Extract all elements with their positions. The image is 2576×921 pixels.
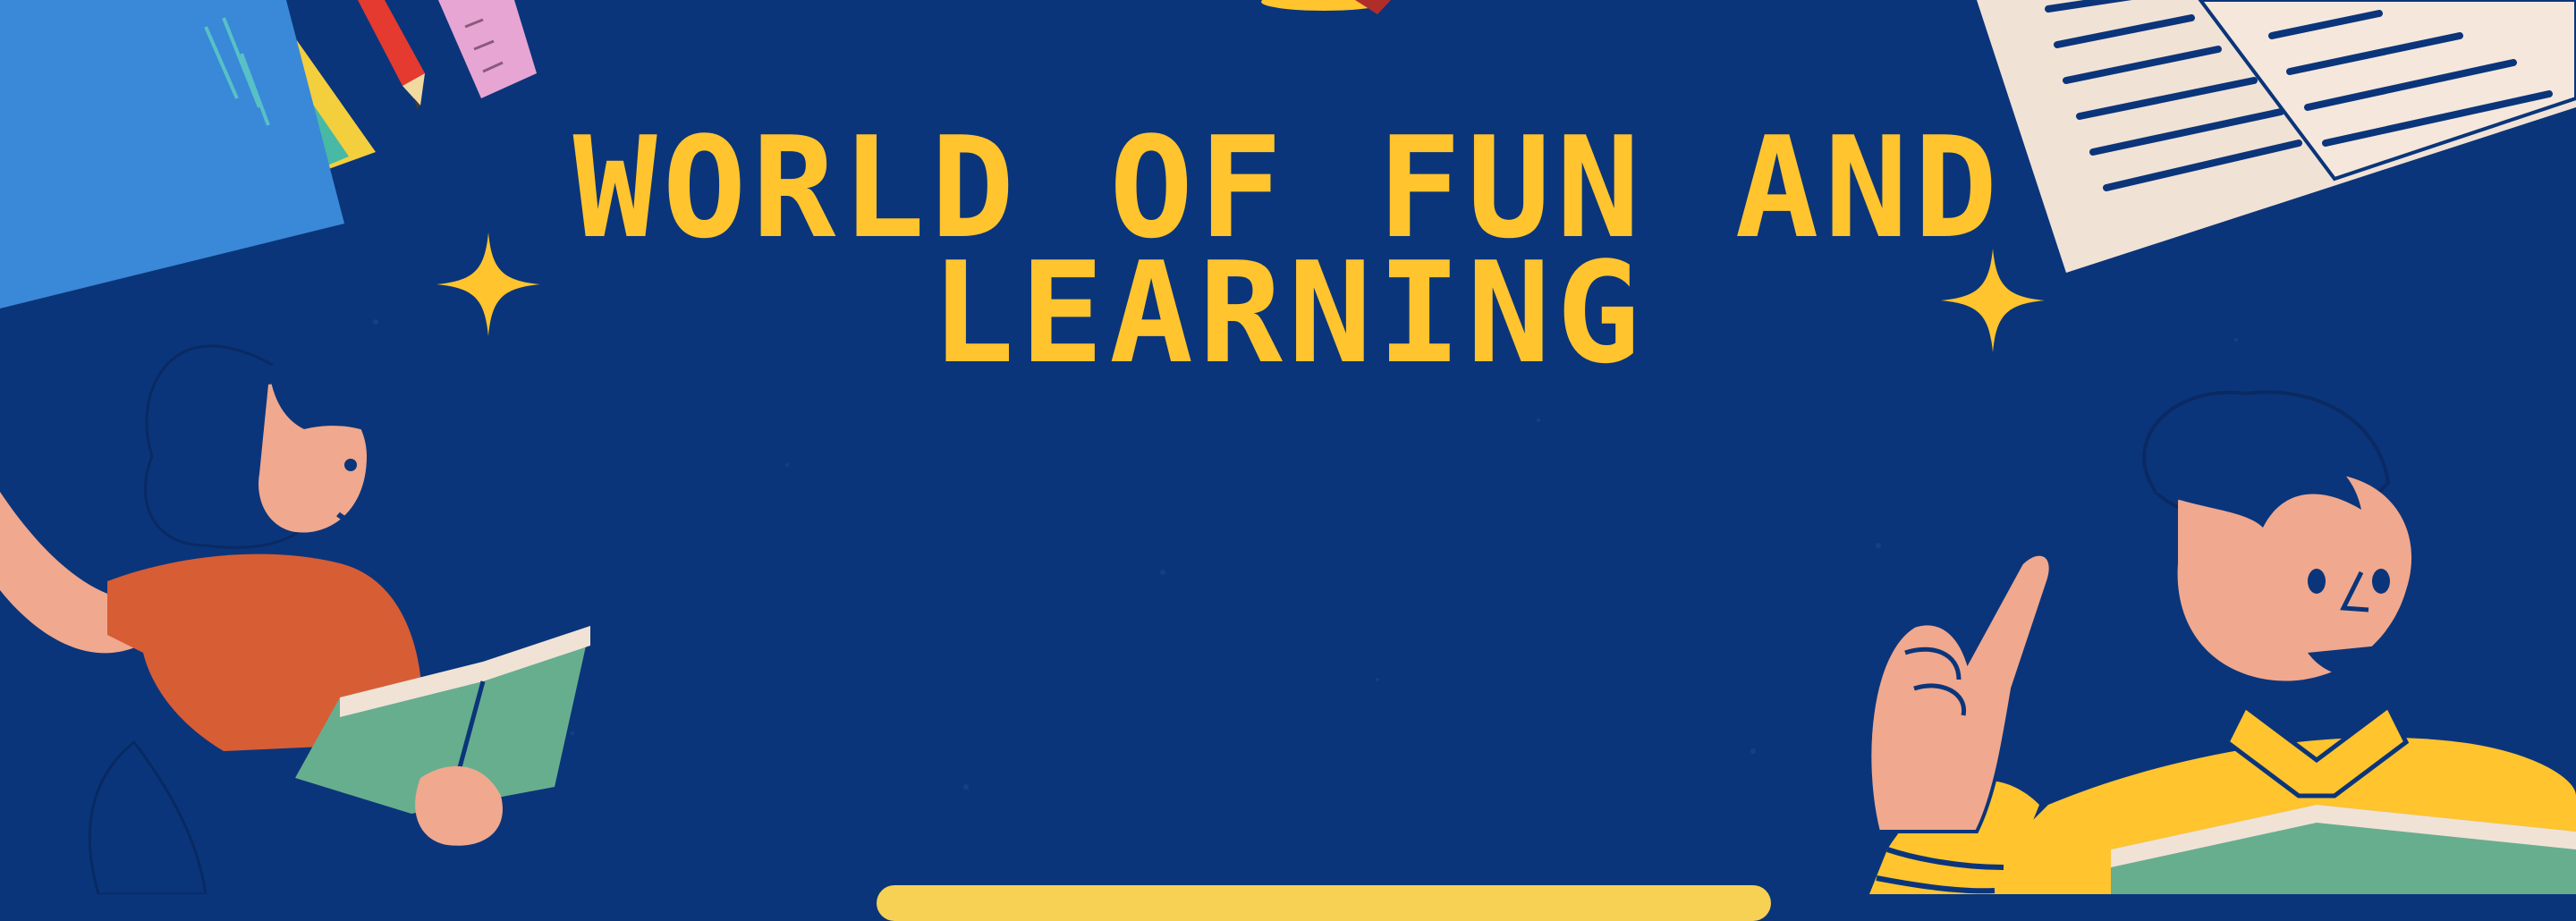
girl-reading-illustration (0, 344, 590, 894)
boy-pointing-illustration (1868, 390, 2576, 894)
pencil-icon (358, 0, 425, 109)
rocket-icon (1261, 0, 1391, 14)
ruler-icon (438, 0, 537, 98)
bottom-banner-edge (877, 885, 1771, 921)
